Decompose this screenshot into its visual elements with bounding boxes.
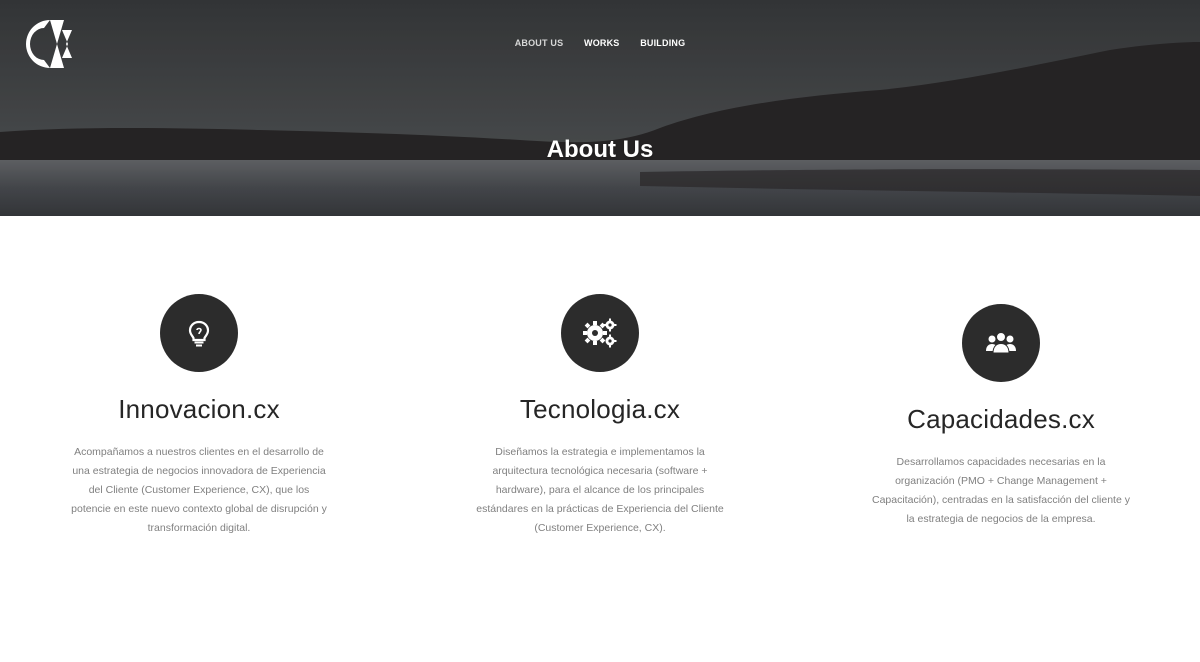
feature-tecnologia: Tecnologia.cx Diseñamos la estrategia e … [470, 294, 730, 538]
feature-title: Innovacion.cx [118, 394, 280, 424]
feature-description: Diseñamos la estrategia e implementamos … [476, 446, 724, 534]
gears-icon [583, 318, 617, 348]
hero-banner: ABOUT US WORKS BUILDING About Us [0, 0, 1200, 216]
main-nav: ABOUT US WORKS BUILDING [0, 38, 1200, 48]
users-icon [986, 332, 1016, 354]
feature-capacidades: Capacidades.cx Desarrollamos capacidades… [871, 304, 1131, 529]
feature-description: Acompañamos a nuestros clientes en el de… [71, 446, 327, 534]
feature-description: Desarrollamos capacidades necesarias en … [872, 456, 1130, 525]
nav-works[interactable]: WORKS [584, 38, 620, 48]
feature-innovacion: Innovacion.cx Acompañamos a nuestros cli… [69, 294, 329, 538]
feature-icon-circle [561, 294, 639, 372]
lightbulb-icon [188, 320, 210, 347]
page-title: About Us [546, 136, 654, 163]
nav-building[interactable]: BUILDING [640, 38, 685, 48]
feature-title: Tecnologia.cx [519, 394, 681, 424]
lake-landscape-image [0, 0, 1200, 216]
nav-about-us[interactable]: ABOUT US [515, 38, 564, 48]
features-section: Innovacion.cx Acompañamos a nuestros cli… [0, 216, 1200, 662]
feature-icon-circle [962, 304, 1040, 382]
feature-title: Capacidades.cx [907, 404, 1095, 434]
feature-icon-circle [160, 294, 238, 372]
